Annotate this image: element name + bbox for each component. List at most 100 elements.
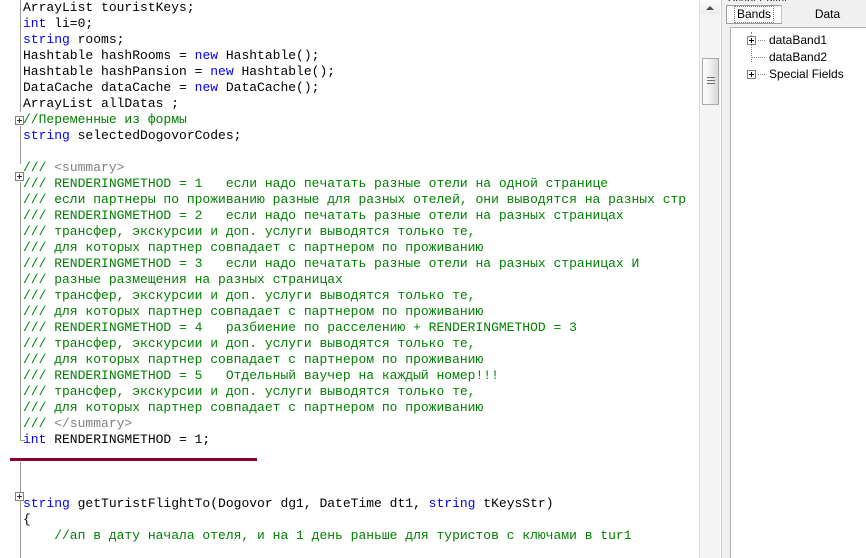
fold-guide-line-decl <box>20 126 21 164</box>
code-token: ArrayList allDatas ; <box>23 96 180 111</box>
code-line[interactable]: ArrayList touristKeys; <box>23 0 698 16</box>
code-token: Hashtable(); <box>218 48 320 63</box>
code-line[interactable]: /// разные размещения на разных страница… <box>23 272 698 288</box>
code-line[interactable]: DataCache dataCache = new DataCache(); <box>23 80 698 96</box>
code-token: Hashtable(); <box>233 64 336 79</box>
code-token: /// RENDERINGMETHOD = 2 если надо печата… <box>23 208 624 223</box>
code-token: Hashtable hashRooms = <box>23 48 195 63</box>
tree-dot-connector <box>751 57 765 59</box>
code-token: /// трансфер, экскурсии и доп. услуги вы… <box>23 336 476 351</box>
code-line[interactable]: /// трансфер, экскурсии и доп. услуги вы… <box>23 384 698 400</box>
bands-tree[interactable]: dataBand1 dataBand2 Special Fields <box>731 28 866 83</box>
scroll-up-arrow-icon[interactable] <box>700 0 720 14</box>
code-token: Hashtable hashPansion = <box>23 64 211 79</box>
code-line[interactable]: /// </summary> <box>23 416 698 432</box>
code-line[interactable]: ArrayList allDatas ; <box>23 96 698 112</box>
code-token: /// трансфер, экскурсии и доп. услуги вы… <box>23 288 476 303</box>
tab-bands-label: Bands <box>734 6 775 23</box>
code-token: rooms; <box>69 32 125 47</box>
code-line[interactable]: /// RENDERINGMETHOD = 1 если надо печата… <box>23 176 698 192</box>
code-token: /// для которых партнер совпадает с парт… <box>23 400 484 415</box>
tree-node-label: Special Fields <box>769 67 844 81</box>
code-line[interactable]: /// трансфер, экскурсии и доп. услуги вы… <box>23 288 698 304</box>
source-code-text[interactable]: ArrayList touristKeys; int li=0; string ro… <box>23 0 698 558</box>
code-line[interactable]: /// для которых партнер совпадает с парт… <box>23 352 698 368</box>
code-token: DataCache(); <box>218 80 320 95</box>
dictionary-tabstrip[interactable]: Bands Data Sources <box>726 5 866 40</box>
code-token: string <box>23 496 70 511</box>
code-line[interactable]: /// для которых партнер совпадает с парт… <box>23 240 698 256</box>
tab-bands[interactable]: Bands <box>726 5 783 24</box>
tree-node[interactable]: Special Fields <box>731 66 866 83</box>
code-line[interactable]: /// для которых партнер совпадает с парт… <box>23 400 698 416</box>
scrollbar-grip-icon <box>707 77 715 86</box>
expand-plus-icon[interactable] <box>747 36 756 45</box>
code-line[interactable] <box>23 448 698 464</box>
code-line[interactable]: string getTuristFlightTo(Dogovor dg1, Da… <box>23 496 698 512</box>
code-token: int <box>23 432 47 447</box>
code-line[interactable] <box>23 144 698 160</box>
code-token: /// если партнеры по проживанию разные д… <box>23 192 687 207</box>
code-token: /// RENDERINGMETHOD = 1 если надо печата… <box>23 176 609 191</box>
code-token: string <box>23 128 70 143</box>
tree-dot-connector <box>758 74 765 76</box>
code-token: /// для которых партнер совпадает с парт… <box>23 352 484 367</box>
scrollbar-track[interactable] <box>700 14 720 558</box>
bands-tree-box[interactable]: dataBand1 dataBand2 Special Fields <box>730 27 866 558</box>
code-token: //ап в дату начала отеля, и на 1 день ра… <box>23 528 632 543</box>
report-dictionary-panel: Script Editor Bands Data Sources dataBan… <box>721 0 866 558</box>
code-line[interactable]: /// RENDERINGMETHOD = 5 Отдельный ваучер… <box>23 368 698 384</box>
code-line[interactable]: { <box>23 512 698 528</box>
code-editor-pane[interactable]: ArrayList touristKeys; int li=0; string ro… <box>0 0 698 558</box>
tab-data-sources[interactable]: Data Sources <box>788 5 866 40</box>
tree-dot-connector <box>758 40 765 42</box>
code-folding-margin[interactable] <box>7 0 25 558</box>
code-line[interactable]: /// RENDERINGMETHOD = 4 разбиение по рас… <box>23 320 698 336</box>
code-token: new <box>194 80 219 95</box>
code-token: /// трансфер, экскурсии и доп. услуги вы… <box>23 224 476 239</box>
code-token: /// трансфер, экскурсии и доп. услуги вы… <box>23 384 476 399</box>
scrollbar-thumb[interactable] <box>702 58 719 105</box>
code-line[interactable]: int RENDERINGMETHOD = 1; <box>23 432 698 448</box>
code-line[interactable]: /// трансфер, экскурсии и доп. услуги вы… <box>23 224 698 240</box>
code-line[interactable]: int li=0; <box>23 16 698 32</box>
code-line[interactable]: /// RENDERINGMETHOD = 2 если надо печата… <box>23 208 698 224</box>
tree-node-label: dataBand1 <box>769 33 828 47</box>
code-line[interactable] <box>23 544 698 558</box>
fold-guide-line-summary <box>20 182 21 440</box>
tree-node[interactable]: dataBand1 <box>731 32 866 49</box>
code-token: int <box>23 16 47 31</box>
tab-divider <box>781 6 782 23</box>
code-token: /// <box>23 160 55 175</box>
code-token: /// RENDERINGMETHOD = 4 разбиение по рас… <box>23 320 577 335</box>
code-token: /// разные размещения на разных страница… <box>23 272 343 287</box>
code-line[interactable]: /// RENDERINGMETHOD = 3 если надо печата… <box>23 256 698 272</box>
expand-plus-icon[interactable] <box>747 70 756 79</box>
code-token: tKeysStr) <box>475 496 554 511</box>
code-line[interactable]: string rooms; <box>23 32 698 48</box>
code-line[interactable]: //ап в дату начала отеля, и на 1 день ра… <box>23 528 698 544</box>
code-line[interactable]: Hashtable hashPansion = new Hashtable(); <box>23 64 698 80</box>
code-line[interactable] <box>23 480 698 496</box>
code-line[interactable]: /// если партнеры по проживанию разные д… <box>23 192 698 208</box>
code-token: DataCache dataCache = <box>23 80 195 95</box>
panel-caption: Script Editor <box>728 0 788 1</box>
application-window: ArrayList touristKeys; int li=0; string ro… <box>0 0 866 558</box>
code-token: /// для которых партнер совпадает с парт… <box>23 304 484 319</box>
code-token: //Переменные из формы <box>23 112 187 127</box>
code-token: RENDERINGMETHOD = 1; <box>46 432 211 447</box>
code-line[interactable]: string selectedDogovorCodes; <box>23 128 698 144</box>
code-line[interactable] <box>23 464 698 480</box>
tree-node[interactable]: dataBand2 <box>731 49 866 66</box>
code-token: /// RENDERINGMETHOD = 5 Отдельный ваучер… <box>23 368 499 383</box>
code-line[interactable]: /// трансфер, экскурсии и доп. услуги вы… <box>23 336 698 352</box>
code-token: selectedDogovorCodes; <box>69 128 242 143</box>
code-line[interactable]: Hashtable hashRooms = new Hashtable(); <box>23 48 698 64</box>
code-line[interactable]: //Переменные из формы <box>23 112 698 128</box>
code-token: new <box>194 48 219 63</box>
code-token: </summary> <box>54 416 133 431</box>
code-line[interactable]: /// <summary> <box>23 160 698 176</box>
tree-node-label: dataBand2 <box>769 50 828 64</box>
editor-vertical-scrollbar[interactable] <box>699 0 720 558</box>
code-line[interactable]: /// для которых партнер совпадает с парт… <box>23 304 698 320</box>
